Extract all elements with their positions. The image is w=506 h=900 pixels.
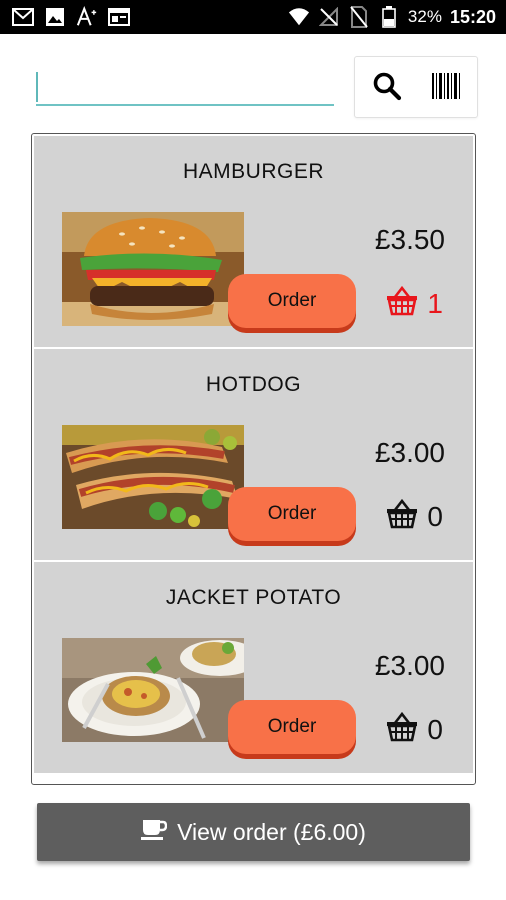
view-order-button[interactable]: View order (£6.00) — [37, 803, 470, 861]
basket-counter: 0 — [385, 711, 443, 747]
hotdog-image — [62, 425, 244, 529]
product-list[interactable]: HAMBURGER £3.50 Order 1 HOTDOG £3.00 Ord… — [31, 133, 476, 785]
gmail-icon — [12, 6, 34, 28]
basket-count: 1 — [427, 287, 443, 319]
basket-count: 0 — [427, 500, 443, 532]
no-signal-icon — [318, 6, 340, 28]
calendar-icon — [108, 6, 130, 28]
clock: 15:20 — [449, 6, 496, 27]
item-name: HAMBURGER — [182, 160, 324, 183]
item-name: JACKET POTATO — [165, 586, 342, 609]
search-input[interactable] — [36, 66, 334, 106]
wifi-icon — [288, 6, 310, 28]
basket-counter: 0 — [385, 498, 443, 534]
basket-icon — [385, 285, 419, 321]
basket-counter: 1 — [385, 285, 443, 321]
system-status: 32% 15:20 — [288, 4, 496, 30]
item-price: £3.50 — [374, 224, 445, 255]
order-button[interactable]: Order — [228, 700, 356, 754]
order-button[interactable]: Order — [228, 274, 356, 328]
basket-count: 0 — [427, 713, 443, 745]
item-price: £3.00 — [374, 437, 445, 468]
battery-percent: 32% — [407, 7, 442, 26]
search-actions — [354, 56, 478, 118]
battery-icon — [378, 6, 400, 28]
text-size-icon — [76, 6, 98, 28]
text-cursor — [36, 72, 38, 102]
barcode-scan-button[interactable] — [429, 72, 463, 104]
jacket-potato-image — [62, 638, 244, 742]
item-name: HOTDOG — [205, 373, 302, 396]
image-icon — [44, 6, 66, 28]
search-button[interactable] — [369, 70, 405, 106]
hamburger-image — [62, 212, 244, 326]
basket-icon — [385, 498, 419, 534]
list-item: HAMBURGER £3.50 Order 1 — [34, 136, 473, 347]
no-sim-icon — [348, 6, 370, 28]
barcode-icon — [431, 72, 461, 105]
view-order-label: View order (£6.00) — [177, 818, 366, 845]
item-price: £3.00 — [374, 650, 445, 681]
order-button[interactable]: Order — [228, 487, 356, 541]
status-bar: 32% 15:20 — [0, 0, 506, 34]
list-item: HOTDOG £3.00 Order 0 — [34, 349, 473, 560]
basket-icon — [385, 711, 419, 747]
notification-icons — [12, 6, 130, 28]
list-item: JACKET POTATO £3.00 Order 0 — [34, 562, 473, 773]
search-icon — [372, 71, 402, 106]
cup-icon — [141, 818, 168, 846]
